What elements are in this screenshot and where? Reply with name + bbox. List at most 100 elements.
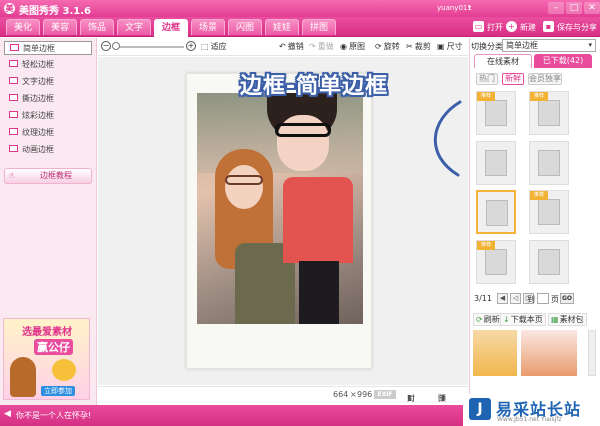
crop-icon: ✂: [406, 42, 413, 51]
resize-icon: ▣: [437, 42, 445, 51]
sidebar-item-torn-frame[interactable]: 撕边边框: [4, 92, 92, 106]
preview-scrollbar[interactable]: [588, 330, 596, 376]
subtab-new[interactable]: 新鲜: [502, 73, 524, 85]
edited-photo[interactable]: [197, 93, 363, 324]
undo-button[interactable]: ↶ 撤销: [279, 42, 304, 52]
frame-thumbnail[interactable]: [529, 141, 569, 185]
page-jump-input[interactable]: [537, 293, 549, 304]
tab-accessories[interactable]: 饰品: [80, 19, 114, 35]
frame-thumbnail[interactable]: 推荐: [529, 91, 569, 135]
fit-button[interactable]: ⬚ 适应: [201, 42, 227, 52]
fit-icon: ⬚: [201, 42, 209, 51]
image-width: 664: [333, 390, 349, 399]
maximize-button[interactable]: □: [566, 2, 582, 14]
frame-icon: [9, 111, 18, 118]
image-info-bar: 664 × 996 ◧对比 ◨预览: [98, 386, 468, 414]
tab-beautify[interactable]: 美化: [6, 19, 40, 35]
app-logo-icon: 美: [4, 3, 15, 14]
frame-icon: [9, 145, 18, 152]
sidebar-item-simple-frame[interactable]: 简单边框: [4, 41, 92, 55]
package-icon: ▦: [551, 315, 559, 324]
frame-thumbnail[interactable]: [476, 141, 516, 185]
sidebar-item-texture-frame[interactable]: 纹理边框: [4, 126, 92, 140]
resize-button[interactable]: ▣ 尺寸: [437, 42, 463, 52]
first-page-button[interactable]: ◀: [497, 293, 508, 304]
close-button[interactable]: ✕: [584, 2, 600, 14]
download-page-button[interactable]: ↓下载本页: [500, 313, 546, 326]
exif-badge[interactable]: EXIF: [374, 390, 396, 399]
annotation-arrow-curve: [433, 100, 462, 177]
watermark-logo-icon: J: [469, 398, 491, 420]
material-pack-button[interactable]: ▦素材包: [548, 313, 587, 326]
chevron-down-icon: ▾: [588, 41, 592, 49]
frame-thumbnail[interactable]: 推荐: [529, 190, 569, 234]
plus-icon: +: [506, 21, 517, 32]
tab-text[interactable]: 文字: [117, 19, 151, 35]
zoom-slider-thumb[interactable]: [112, 42, 120, 50]
sidebar-item-easy-frame[interactable]: 轻松边框: [4, 58, 92, 72]
tab-doll[interactable]: 娃娃: [265, 19, 299, 35]
speaker-icon: ◀: [4, 409, 11, 419]
minimize-button[interactable]: –: [548, 2, 564, 14]
zoom-out-icon[interactable]: −: [101, 41, 111, 51]
save-share-button[interactable]: ▪ 保存与分享: [543, 21, 597, 34]
redo-button[interactable]: ↷ 重做: [309, 42, 334, 52]
material-preview-heart[interactable]: [521, 330, 577, 376]
tab-frame[interactable]: 边框: [154, 19, 188, 37]
original-icon: ◉: [340, 42, 347, 51]
folder-icon: ▭: [473, 21, 484, 32]
frame-icon: [9, 77, 18, 84]
sidebar-item-colorful-frame[interactable]: 炫彩边框: [4, 109, 92, 123]
frame-tutorial-button[interactable]: ☝ 边框教程: [4, 168, 92, 184]
tab-beauty[interactable]: 美容: [43, 19, 77, 35]
material-preview-phone[interactable]: [473, 330, 517, 376]
frame-thumbnail-selected[interactable]: [476, 190, 516, 234]
tab-downloaded[interactable]: 已下载(42): [534, 54, 592, 68]
site-watermark: J 易采站长站 Www.Jb51.net Yiaisjfz: [463, 394, 600, 426]
refresh-icon: ⟳: [476, 315, 483, 324]
zoom-slider-track[interactable]: [114, 46, 184, 48]
sidebar-item-animated-frame[interactable]: 动画边框: [4, 143, 92, 157]
subtab-vip[interactable]: 会员独享: [528, 73, 562, 85]
frame-thumbnail[interactable]: 推荐: [476, 91, 516, 135]
promo-join-button[interactable]: 立即参加: [41, 386, 75, 396]
frame-thumbnail[interactable]: [529, 240, 569, 284]
username[interactable]: yuany011: [437, 4, 472, 12]
undo-icon: ↶: [279, 42, 286, 51]
tab-flash[interactable]: 闪图: [228, 19, 262, 35]
status-message[interactable]: 你不是一个人在怀孕!: [16, 410, 91, 421]
tab-scene[interactable]: 场景: [191, 19, 225, 35]
save-icon: ▪: [543, 21, 554, 32]
frame-thumbnail[interactable]: 推荐: [476, 240, 516, 284]
main-tab-bar: 美化 美容 饰品 文字 边框 场景 闪图 娃娃 拼图 ▭ 打开 + 新建 ▪ 保存与分…: [0, 17, 600, 37]
prev-page-button[interactable]: ◁: [510, 293, 521, 304]
hand-icon: ☝: [9, 171, 14, 180]
promo-banner[interactable]: 选最爱素材 赢公仔 立即参加: [3, 318, 90, 400]
download-icon: ↓: [503, 315, 510, 324]
subtab-hot[interactable]: 热门: [476, 73, 498, 85]
new-button[interactable]: + 新建: [506, 21, 536, 34]
frame-icon: [9, 60, 18, 67]
annotation-banner: 边框-简单边框: [240, 74, 389, 99]
title-bar: 美 美图秀秀 3.1.6 yuany011 ▾ – □ ✕: [0, 0, 600, 17]
sidebar-item-text-frame[interactable]: 文字边框: [4, 75, 92, 89]
zoom-in-icon[interactable]: +: [186, 41, 196, 51]
category-select[interactable]: 简单边框 ▾: [502, 39, 596, 52]
category-label: 切换分类: [471, 42, 503, 51]
refresh-button[interactable]: ⟳刷新: [473, 313, 503, 326]
recommend-ribbon: 推荐: [530, 92, 548, 101]
redo-icon: ↷: [309, 42, 316, 51]
frame-icon: [9, 94, 18, 101]
original-image-button[interactable]: ◉ 原图: [340, 42, 365, 52]
rotate-button[interactable]: ⟳ 旋转: [375, 42, 400, 52]
crop-button[interactable]: ✂ 裁剪: [406, 42, 431, 52]
go-button[interactable]: GO: [560, 293, 574, 304]
tab-online-materials[interactable]: 在线素材: [474, 54, 532, 68]
image-height: 996: [357, 390, 373, 399]
window-title: 美图秀秀 3.1.6: [19, 6, 91, 17]
user-menu-caret-icon[interactable]: ▾: [468, 4, 471, 11]
page-indicator: 3/11: [474, 294, 492, 303]
recommend-ribbon: 推荐: [530, 191, 548, 200]
open-button[interactable]: ▭ 打开: [473, 21, 503, 34]
tab-collage[interactable]: 拼图: [302, 19, 336, 35]
